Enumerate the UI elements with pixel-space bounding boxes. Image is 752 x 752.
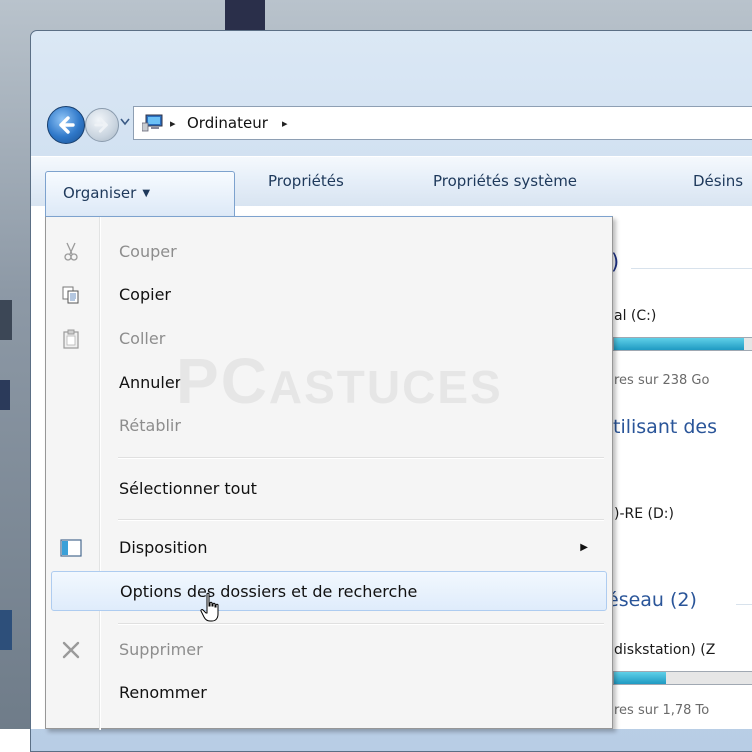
drive-c-free-space: res sur 238 Go [614, 373, 710, 388]
recent-pages-dropdown[interactable] [119, 116, 131, 128]
breadcrumb-ordinateur[interactable]: Ordinateur [187, 114, 268, 132]
breadcrumb-separator[interactable]: ▸ [170, 117, 176, 130]
menu-item-copier[interactable]: Copier [48, 275, 608, 315]
desktop-icon-fragment [0, 610, 12, 650]
group-divider [736, 604, 752, 605]
menu-item-selectionner-tout[interactable]: Sélectionner tout [48, 469, 608, 509]
menu-item-label: Options des dossiers et de recherche [120, 582, 418, 601]
proprietes-button[interactable]: Propriétés [268, 157, 344, 207]
menu-item-label: Couper [119, 242, 177, 261]
drive-d-label[interactable]: )-RE (D:) [614, 506, 674, 522]
arrow-left-icon [59, 116, 75, 134]
caret-down-icon: ▼ [142, 188, 151, 199]
delete-x-icon [60, 639, 82, 661]
network-drive-label[interactable]: diskstation) (Z [614, 642, 715, 658]
submenu-arrow-icon: ▶ [580, 542, 588, 553]
paste-icon [60, 328, 82, 350]
back-button[interactable] [47, 106, 85, 144]
desktop-icon-fragment [0, 300, 12, 340]
watermark-logo: PCASTUCES [176, 345, 503, 417]
drive-c-label[interactable]: al (C:) [614, 308, 656, 324]
menu-item-label: Copier [119, 285, 171, 304]
menu-item-label: Renommer [119, 683, 207, 702]
menu-item-label: Rétablir [119, 416, 181, 435]
arrow-right-icon [94, 117, 108, 133]
network-drive-usage-bar [613, 671, 752, 685]
menu-item-options-dossiers[interactable]: Options des dossiers et de recherche [51, 571, 607, 611]
scissors-icon [60, 241, 82, 263]
network-drive-usage-fill [614, 672, 667, 684]
desktop-icon-fragment [0, 380, 10, 410]
mouse-pointer-icon [200, 592, 219, 622]
network-drive-free-space: res sur 1,78 To [614, 703, 710, 718]
menu-separator [118, 457, 604, 459]
breadcrumb-separator[interactable]: ▸ [282, 117, 288, 130]
menu-item-label: Disposition [119, 538, 208, 557]
desinstaller-button[interactable]: Désins [693, 157, 743, 207]
forward-button[interactable] [85, 108, 119, 142]
drive-c-usage-bar [613, 337, 752, 351]
desktop-wallpaper-fragment [225, 0, 265, 30]
group-header-network: éseau (2) [607, 589, 697, 611]
drive-c-usage-fill [614, 338, 744, 350]
proprietes-systeme-button[interactable]: Propriétés système [433, 157, 577, 207]
menu-item-label: Coller [119, 329, 166, 348]
computer-icon [142, 114, 163, 132]
menu-separator [118, 623, 604, 625]
group-header-removable: tilisant des [613, 416, 718, 438]
copy-icon [60, 284, 82, 306]
menu-item-label: Annuler [119, 373, 182, 392]
organiser-label: Organiser [63, 184, 137, 202]
menu-item-disposition[interactable]: Disposition ▶ [48, 528, 608, 568]
group-divider [631, 268, 752, 269]
organiser-button[interactable]: Organiser ▼ [45, 171, 235, 216]
menu-item-supprimer[interactable]: Supprimer [48, 630, 608, 670]
chevron-down-icon [120, 118, 130, 126]
menu-item-renommer[interactable]: Renommer [48, 673, 608, 713]
layout-icon [60, 537, 82, 559]
organiser-menu: Couper Copier Coller Annuler Rétablir Sé… [45, 216, 613, 730]
menu-item-label: Sélectionner tout [119, 479, 257, 498]
menu-separator [118, 519, 604, 521]
address-bar[interactable]: ▸ Ordinateur ▸ [133, 106, 752, 140]
menu-item-couper[interactable]: Couper [48, 232, 608, 272]
menu-item-label: Supprimer [119, 640, 203, 659]
